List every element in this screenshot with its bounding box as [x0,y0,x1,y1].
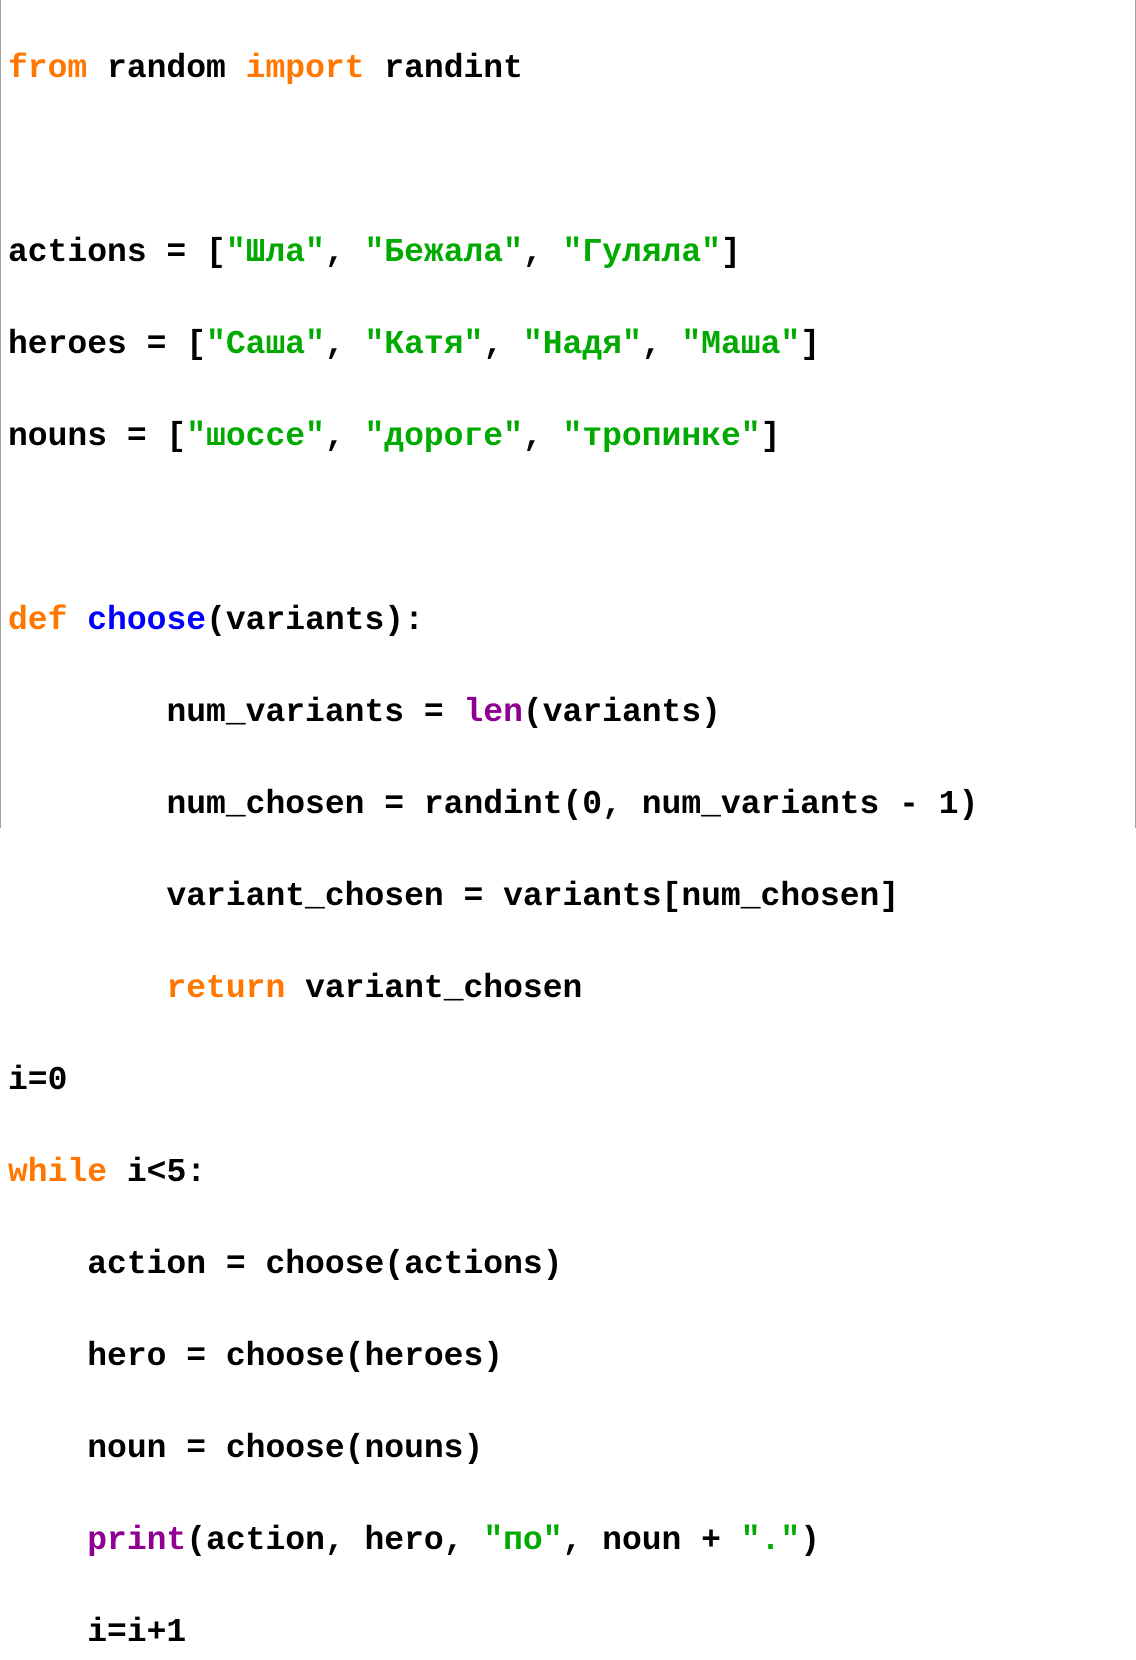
keyword-from: from [8,50,88,87]
code-text: (variants): [206,602,424,639]
code-text: variant_chosen [285,970,583,1007]
code-line-17: print(action, hero, "по", noun + ".") [8,1518,978,1564]
function-name: choose [87,602,207,639]
string-literal: "Бежала" [364,234,523,271]
code-block: from random import randint actions = ["Ш… [8,0,978,1660]
code-text: i=0 [8,1062,68,1099]
code-line-16: noun = choose(nouns) [8,1426,978,1472]
code-line-9: num_chosen = randint(0, num_variants - 1… [8,782,978,828]
code-text: num_variants = [166,694,464,731]
code-text: ] [720,234,741,271]
code-line-8: num_variants = len(variants) [8,690,978,736]
code-line-11: return variant_chosen [8,966,978,1012]
keyword-import: import [245,50,365,87]
code-text: ) [800,1522,820,1559]
builtin-print: print [87,1522,187,1559]
code-line-10: variant_chosen = variants[num_chosen] [8,874,978,920]
code-line-1: from random import randint [8,46,978,92]
code-text: , [324,326,365,363]
code-text: , [641,326,682,363]
string-literal: "Маша" [681,326,801,363]
code-line-5: nouns = ["шоссе", "дороге", "тропинке"] [8,414,978,460]
code-text: heroes = [ [8,326,207,363]
code-text: (action, hero, [186,1522,484,1559]
code-text: variant_chosen = variants[num_chosen] [166,878,900,915]
string-literal: "Шла" [225,234,325,271]
code-text: , [522,234,563,271]
code-line-14: action = choose(actions) [8,1242,978,1288]
code-line-15: hero = choose(heroes) [8,1334,978,1380]
string-literal: "Гуляла" [562,234,721,271]
code-text: i=i+1 [87,1614,187,1651]
code-text: , noun + [562,1522,741,1559]
code-editor[interactable]: from random import randint actions = ["Ш… [0,0,1136,1651]
code-text: noun = choose(nouns) [87,1430,484,1467]
string-literal: "по" [483,1522,563,1559]
code-text: (variants) [522,694,721,731]
string-literal: "Катя" [364,326,484,363]
string-literal: "." [740,1522,801,1559]
code-line-12: i=0 [8,1058,978,1104]
keyword-return: return [166,970,286,1007]
code-line-3: actions = ["Шла", "Бежала", "Гуляла"] [8,230,978,276]
code-text: ] [800,326,820,363]
code-text: actions = [ [8,234,226,271]
code-text: random [87,50,246,87]
code-line-18: i=i+1 [8,1610,978,1656]
code-text: , [483,326,523,363]
code-text: ] [760,418,781,455]
code-text: , [522,418,563,455]
code-text: num_chosen = randint(0, num_variants - 1… [166,786,979,823]
code-text: randint [364,50,523,87]
code-text: action = choose(actions) [87,1246,563,1283]
code-line-4: heroes = ["Саша", "Катя", "Надя", "Маша"… [8,322,978,368]
string-literal: "Надя" [522,326,642,363]
code-line-7: def choose(variants): [8,598,978,644]
string-literal: "тропинке" [562,418,761,455]
keyword-while: while [8,1154,108,1191]
code-text: , [324,234,365,271]
string-literal: "шоссе" [186,418,325,455]
code-text: hero = choose(heroes) [87,1338,504,1375]
code-text: i<5: [107,1154,207,1191]
builtin-len: len [463,694,523,731]
string-literal: "Саша" [206,326,325,363]
code-line-13: while i<5: [8,1150,978,1196]
string-literal: "дороге" [364,418,523,455]
keyword-def: def [8,602,68,639]
code-text: , [324,418,365,455]
code-text: nouns = [ [8,418,187,455]
